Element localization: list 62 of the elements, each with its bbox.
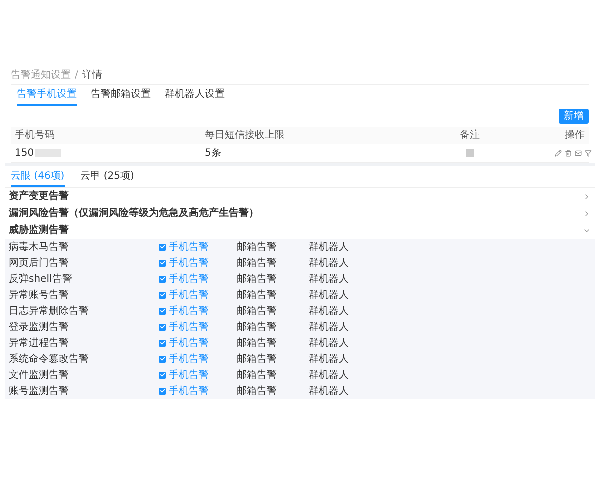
section-header[interactable]: 漏洞风险告警（仅漏洞风险等级为危急及高危产生告警）: [5, 205, 595, 222]
alert-name: 病毒木马告警: [9, 240, 70, 254]
checkbox[interactable]: [159, 324, 166, 330]
tab[interactable]: 告警邮箱设置: [91, 87, 151, 106]
table-cell-text: 5条: [205, 146, 222, 160]
checkbox[interactable]: [159, 356, 166, 362]
email-alert-option[interactable]: 邮箱告警: [237, 352, 309, 366]
robot-alert-option[interactable]: 群机器人: [309, 288, 591, 302]
section-header[interactable]: 威胁监测告警: [5, 222, 595, 239]
column-header: 手机号码: [15, 128, 56, 143]
alert-name: 系统命令篡改告警: [9, 352, 90, 366]
email-alert-option[interactable]: 邮箱告警: [237, 368, 309, 382]
alert-name: 账号监测告警: [9, 384, 70, 398]
email-alert-option[interactable]: 邮箱告警: [237, 240, 309, 254]
robot-alert-option[interactable]: 群机器人: [309, 352, 591, 366]
alert-name: 网页后门告警: [9, 256, 70, 270]
alert-name: 文件监测告警: [9, 368, 70, 382]
alert-name: 反弹shell告警: [9, 272, 74, 286]
email-alert-option[interactable]: 邮箱告警: [237, 384, 309, 398]
edit-icon[interactable]: [555, 150, 562, 156]
redacted-block: [35, 149, 62, 157]
email-alert-option[interactable]: 邮箱告警: [237, 320, 309, 334]
checkbox[interactable]: [159, 276, 166, 282]
robot-alert-option[interactable]: 群机器人: [309, 272, 591, 286]
checkbox[interactable]: [159, 292, 166, 298]
chevron-right-icon: [583, 192, 591, 200]
alert-name: 登录监测告警: [9, 320, 70, 334]
delete-icon[interactable]: [565, 150, 572, 156]
checkbox[interactable]: [159, 244, 166, 250]
breadcrumb-separator: /: [75, 68, 78, 82]
tab[interactable]: 云甲 (25项): [80, 169, 134, 187]
robot-alert-option[interactable]: 群机器人: [309, 336, 591, 350]
checkbox[interactable]: [159, 308, 166, 314]
column-header: 每日短信接收上限: [205, 128, 286, 143]
filter-icon[interactable]: [585, 150, 592, 156]
robot-alert-option[interactable]: 群机器人: [309, 256, 591, 270]
email-alert-option[interactable]: 邮箱告警: [237, 272, 309, 286]
email-alert-option[interactable]: 邮箱告警: [237, 256, 309, 270]
robot-alert-option[interactable]: 群机器人: [309, 384, 591, 398]
alert-name: 日志异常删除告警: [9, 304, 90, 318]
robot-alert-option[interactable]: 群机器人: [309, 304, 591, 318]
column-header: 备注: [459, 128, 481, 143]
checkbox[interactable]: [159, 388, 166, 394]
table-cell-text: 150: [15, 146, 34, 160]
email-alert-option[interactable]: 邮箱告警: [237, 336, 309, 350]
alert-name: 异常进程告警: [9, 336, 70, 350]
alert-name: 异常账号告警: [9, 288, 70, 302]
redacted-block: [466, 149, 474, 157]
email-alert-option[interactable]: 邮箱告警: [237, 304, 309, 318]
chevron-right-icon: [583, 210, 591, 218]
robot-alert-option[interactable]: 群机器人: [309, 368, 591, 382]
checkbox[interactable]: [159, 260, 166, 266]
robot-alert-option[interactable]: 群机器人: [309, 320, 591, 334]
section-header[interactable]: 资产变更告警: [5, 188, 595, 205]
mail-icon[interactable]: [575, 150, 582, 156]
column-header: 操作: [564, 129, 585, 143]
checkbox[interactable]: [159, 340, 166, 346]
robot-alert-option[interactable]: 群机器人: [309, 240, 591, 254]
tab[interactable]: 群机器人设置: [165, 87, 225, 106]
email-alert-option[interactable]: 邮箱告警: [237, 288, 309, 302]
breadcrumb-item: 详情: [82, 68, 102, 82]
checkbox[interactable]: [159, 372, 166, 378]
